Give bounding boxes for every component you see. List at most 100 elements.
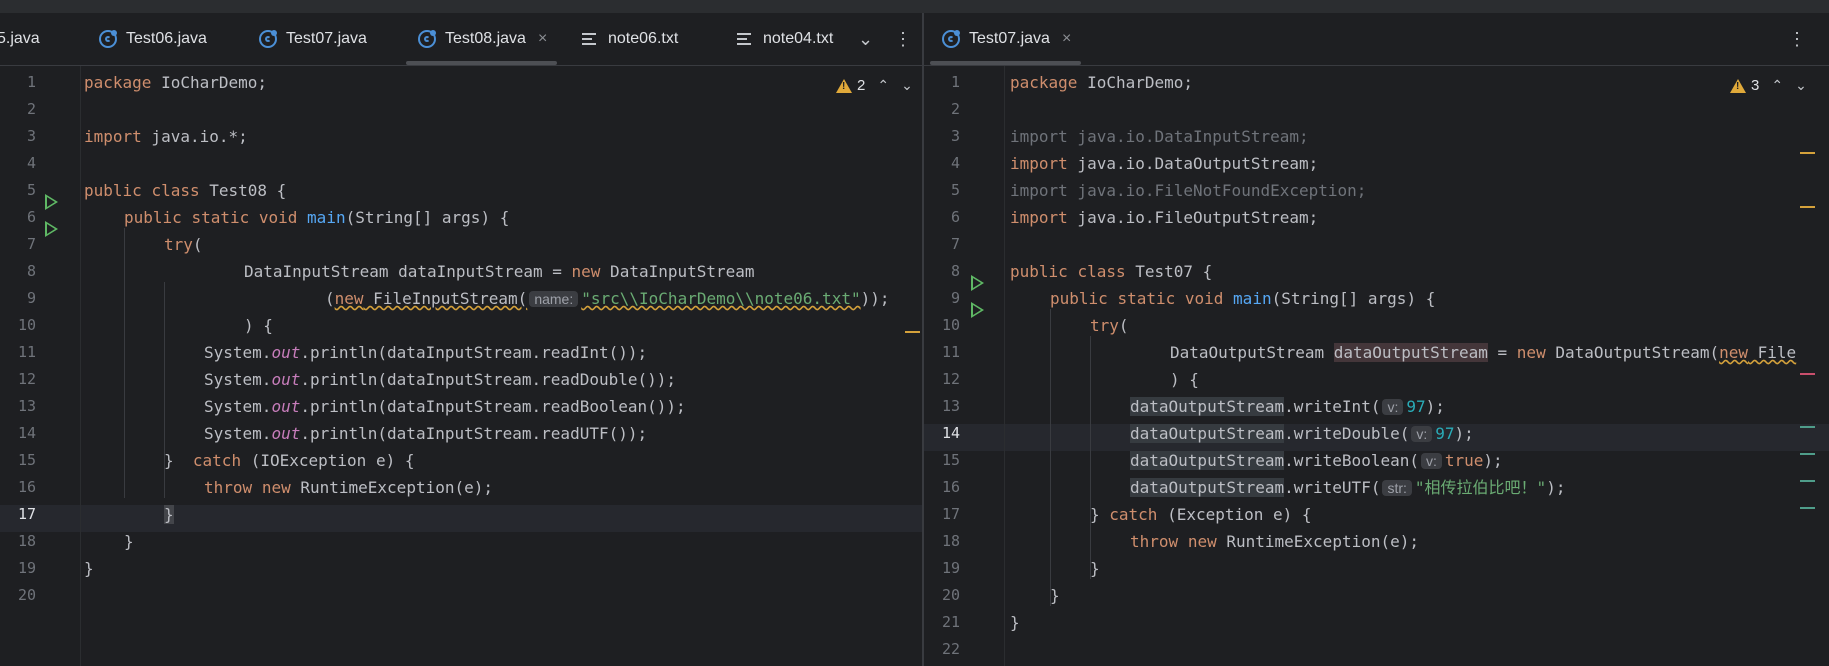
line-number: 1 (950, 73, 960, 91)
warning-count: 2 (857, 77, 866, 94)
code-line-11: System.out.println(dataInputStream.readI… (204, 343, 648, 362)
tab-label: Test07.java (286, 30, 367, 47)
code-line-10: ) { (244, 316, 273, 335)
line-number: 9 (950, 289, 960, 307)
code-line-17: } (164, 505, 174, 524)
line-number: 6 (26, 208, 36, 226)
line-number: 20 (17, 586, 36, 604)
tab-note06-txt[interactable]: note06.txt (581, 13, 678, 65)
close-tab-icon[interactable]: × (538, 30, 547, 48)
run-class-icon[interactable] (971, 275, 984, 291)
line-number: 13 (17, 397, 36, 415)
code-line-19: } (1090, 559, 1100, 578)
code-line-15: dataOutputStream.writeBoolean(v: true); (1130, 451, 1503, 470)
line-number: 16 (941, 478, 960, 496)
tab-test06-java[interactable]: Test06.java (99, 13, 207, 65)
parameter-hint: str: (1382, 480, 1412, 496)
line-number: 17 (17, 505, 36, 523)
indent-guide (124, 228, 125, 498)
text-file-icon (581, 30, 599, 48)
line-number: 19 (17, 559, 36, 577)
code-line-11: DataOutputStream dataOutputStream = new … (1170, 343, 1797, 362)
next-highlight-icon[interactable]: ⌄ (1795, 77, 1807, 94)
warning-icon (1730, 78, 1746, 93)
line-number: 12 (941, 370, 960, 388)
tab-test08-java[interactable]: Test08.java × (406, 13, 558, 65)
code-editor-left[interactable]: 1234567891011121314151617181920 2 ⌃ ⌄ pa… (0, 66, 922, 666)
line-number: 4 (26, 154, 36, 172)
tab-overflow-chevron-icon[interactable]: ⌄ (858, 13, 873, 65)
run-main-icon[interactable] (45, 221, 58, 237)
tab-label: Test08.java (445, 30, 526, 47)
run-class-icon[interactable] (45, 194, 58, 210)
line-number: 9 (26, 289, 36, 307)
warning-stripe-marker[interactable] (905, 331, 920, 333)
indent-guide (1050, 309, 1051, 606)
window-top-strip (0, 0, 1829, 14)
code-line-17: } catch (Exception e) { (1090, 505, 1312, 524)
code-line-10: try( (1090, 316, 1129, 335)
line-number: 2 (950, 100, 960, 118)
inspection-widget[interactable]: 2 ⌃ ⌄ (836, 77, 913, 94)
code-line-9: public static void main(String[] args) { (1050, 289, 1436, 308)
line-number: 12 (17, 370, 36, 388)
warning-icon (836, 78, 852, 93)
text-file-icon (736, 30, 754, 48)
line-number: 19 (941, 559, 960, 577)
run-main-icon[interactable] (971, 302, 984, 318)
previous-highlight-icon[interactable]: ⌃ (1771, 77, 1783, 94)
indent-guide (1090, 336, 1091, 579)
line-number: 14 (941, 424, 960, 442)
next-highlight-icon[interactable]: ⌄ (901, 77, 913, 94)
close-tab-icon[interactable]: × (1062, 30, 1071, 48)
error-stripe-marker[interactable] (1800, 373, 1815, 375)
info-stripe-marker[interactable] (1800, 480, 1815, 482)
code-editor-right[interactable]: 12345678910111213141516171819202122 3 ⌃ … (924, 66, 1829, 666)
more-options-icon[interactable]: ⋮ (894, 13, 912, 65)
line-number: 1 (26, 73, 36, 91)
warning-count: 3 (1751, 77, 1760, 94)
line-number: 15 (941, 451, 960, 469)
tab-label: note06.txt (608, 30, 679, 47)
parameter-hint: v: (1420, 453, 1442, 469)
code-line-12: System.out.println(dataInputStream.readD… (204, 370, 677, 389)
code-line-9: (new FileInputStream(name: "src\\IoCharDe… (325, 289, 890, 308)
code-line-1: package IoCharDemo; (84, 73, 268, 92)
line-number: 8 (950, 262, 960, 280)
code-line-14: dataOutputStream.writeDouble(v: 97); (1130, 424, 1474, 443)
warning-stripe-marker[interactable] (1800, 152, 1815, 154)
warning-stripe-marker[interactable] (1800, 206, 1815, 208)
java-class-icon (259, 30, 277, 48)
code-line-15: } catch (IOException e) { (164, 451, 415, 470)
info-stripe-marker[interactable] (1800, 426, 1815, 428)
line-number: 5 (950, 181, 960, 199)
info-stripe-marker[interactable] (1800, 453, 1815, 455)
code-line-1: package IoCharDemo; (1010, 73, 1194, 92)
tab-label: Test06.java (126, 30, 207, 47)
line-number: 6 (950, 208, 960, 226)
code-line-3: import java.io.*; (84, 127, 248, 146)
line-number: 18 (17, 532, 36, 550)
code-line-18: } (124, 532, 134, 551)
inspection-widget[interactable]: 3 ⌃ ⌄ (1730, 77, 1807, 94)
line-number: 14 (17, 424, 36, 442)
code-line-18: throw new RuntimeException(e); (1130, 532, 1420, 551)
line-number: 16 (17, 478, 36, 496)
tab-bar-left: 5.java Test06.java Test07.java Test08.ja… (0, 13, 922, 66)
code-line-14: System.out.println(dataInputStream.readU… (204, 424, 648, 443)
tab-5-java[interactable]: 5.java (0, 13, 40, 65)
more-options-icon[interactable]: ⋮ (1788, 13, 1806, 65)
tab-note04-txt[interactable]: note04.txt (736, 13, 833, 65)
code-line-7: try( (164, 235, 203, 254)
line-number: 11 (941, 343, 960, 361)
line-number: 21 (941, 613, 960, 631)
previous-highlight-icon[interactable]: ⌃ (877, 77, 889, 94)
line-number: 4 (950, 154, 960, 172)
code-line-16: throw new RuntimeException(e); (204, 478, 494, 497)
tab-test07-java[interactable]: Test07.java (259, 13, 367, 65)
line-number: 8 (26, 262, 36, 280)
tab-test07-java-right[interactable]: Test07.java × (930, 13, 1082, 65)
line-number: 18 (941, 532, 960, 550)
line-number: 17 (941, 505, 960, 523)
info-stripe-marker[interactable] (1800, 507, 1815, 509)
